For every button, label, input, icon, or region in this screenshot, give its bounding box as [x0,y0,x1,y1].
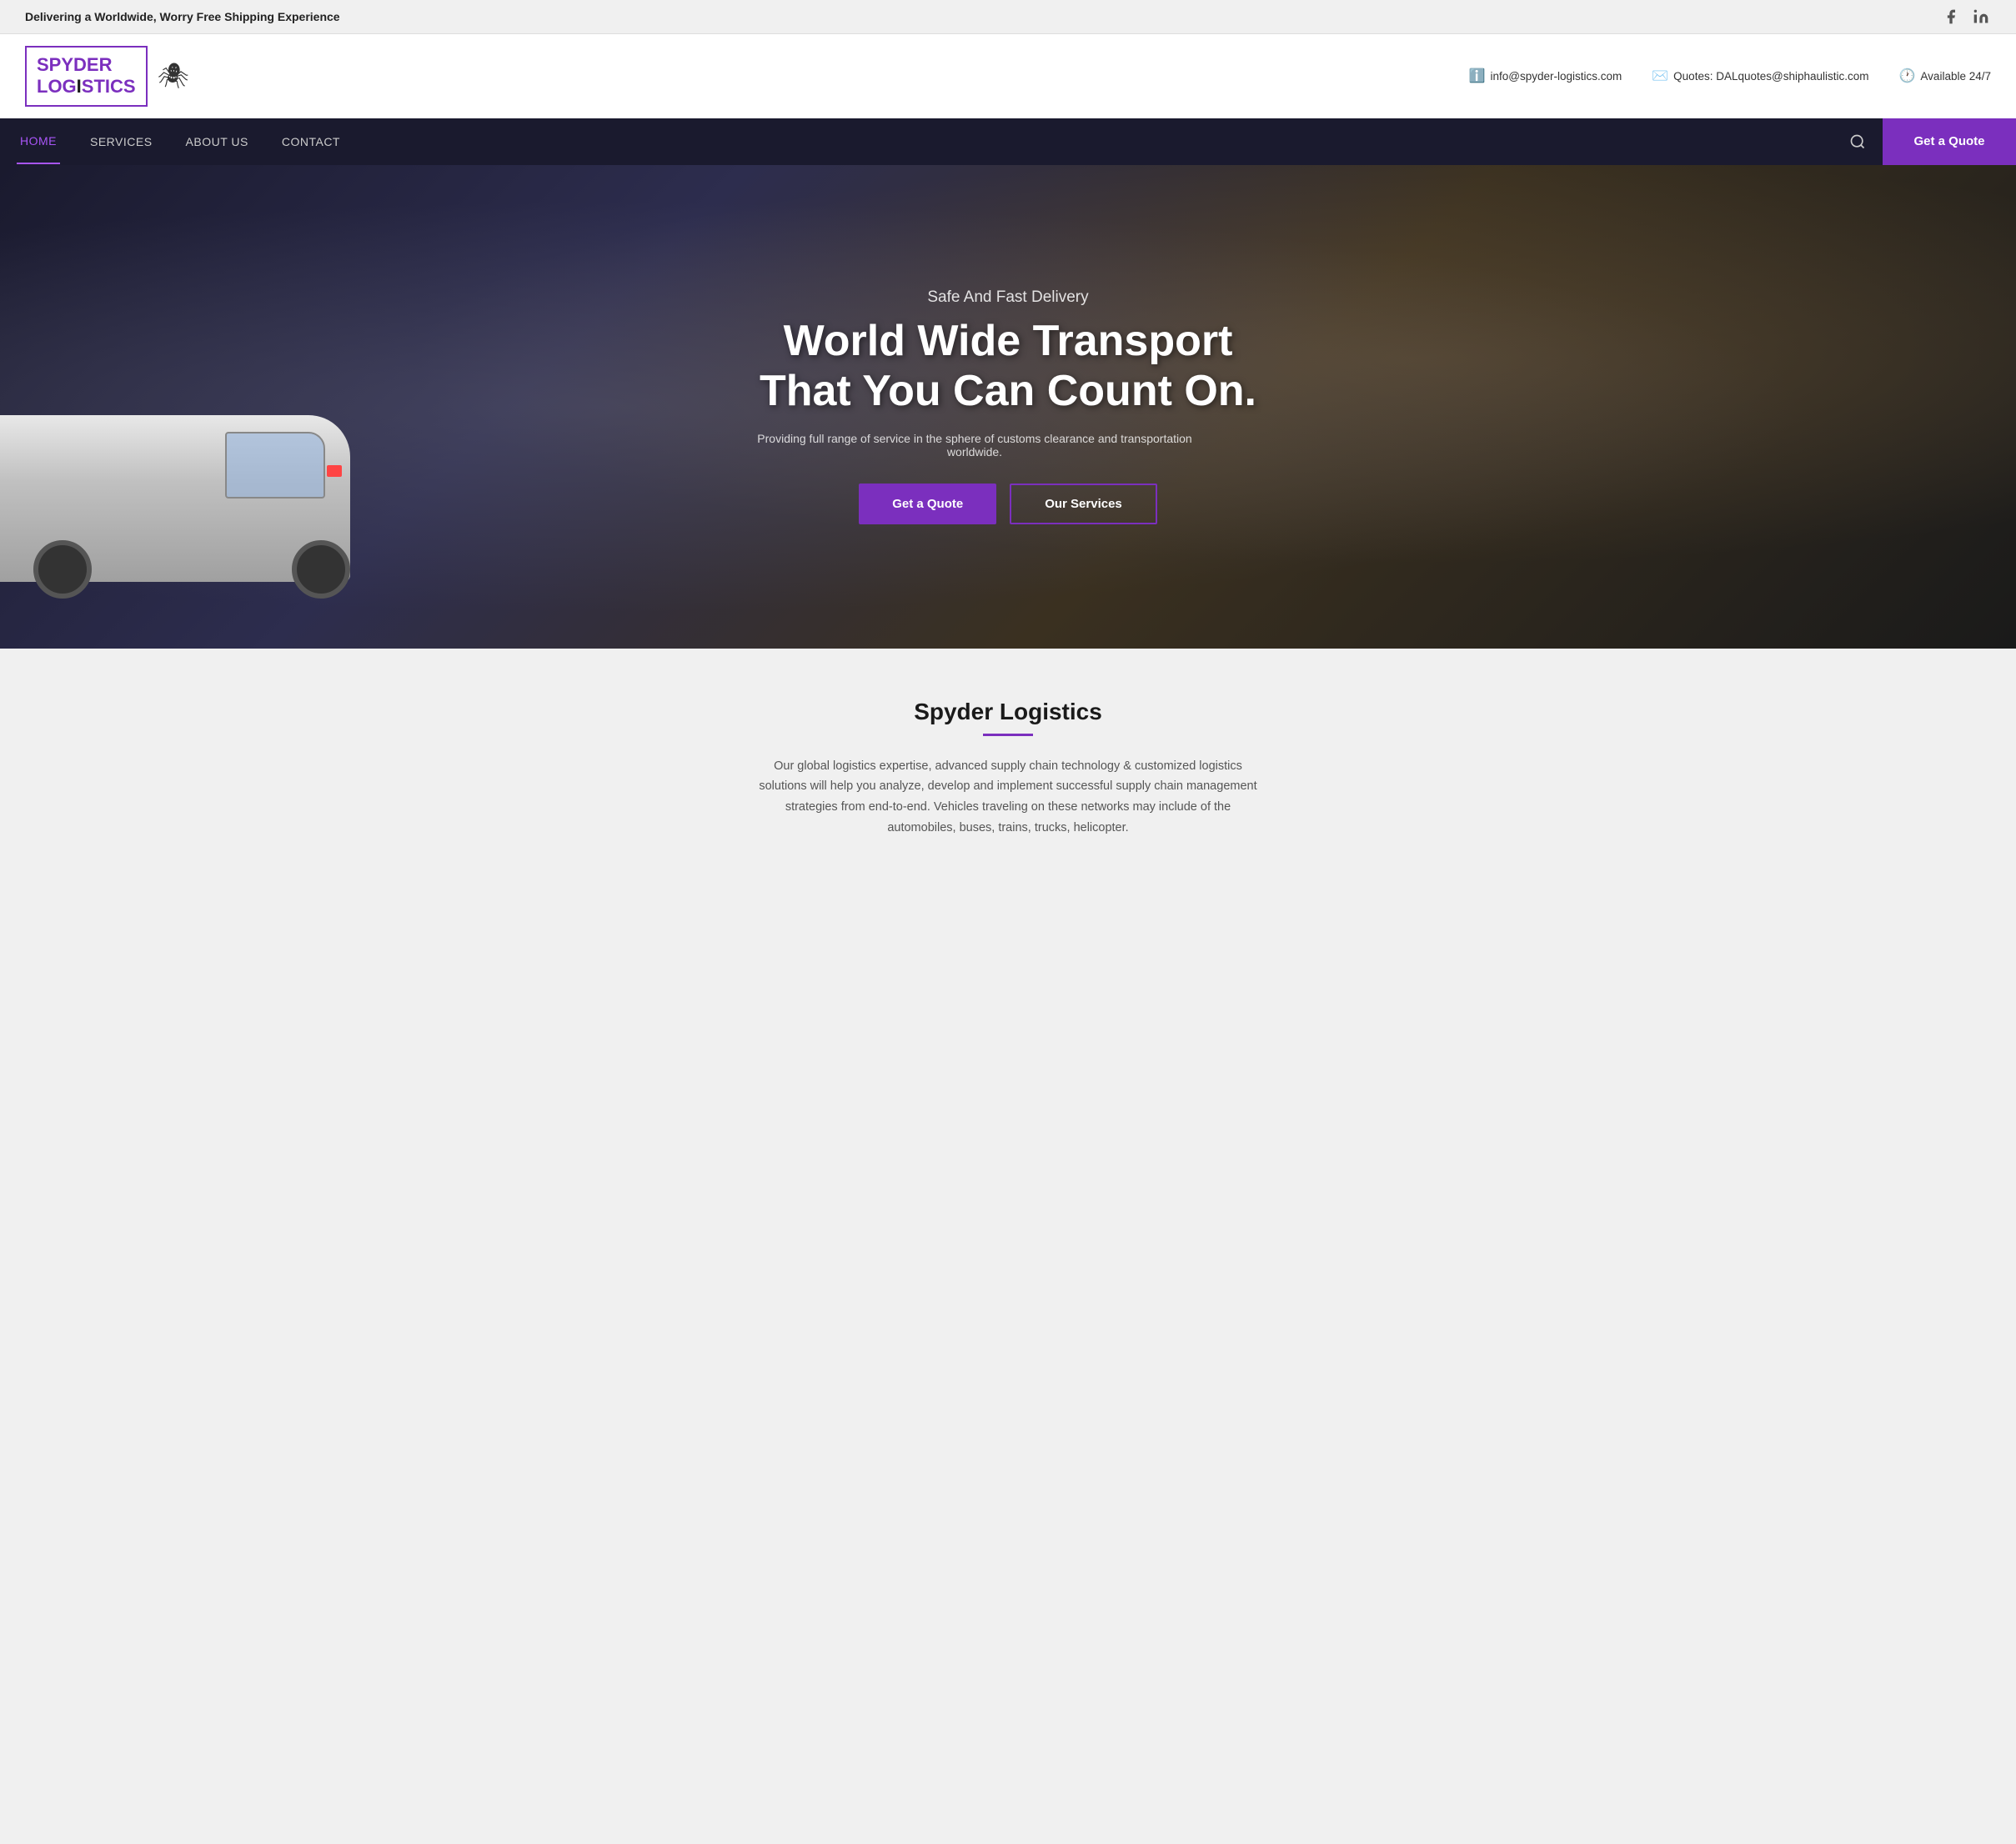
nav-services[interactable]: SERVICES [87,120,156,163]
logo-text: SPYDERLOGISTICS [37,54,136,98]
banner-text: Delivering a Worldwide, Worry Free Shipp… [25,10,340,23]
hero-quote-button[interactable]: Get a Quote [859,484,996,524]
spider-icon: 🕷 [158,62,189,91]
search-icon[interactable] [1833,118,1883,165]
facebook-icon[interactable] [1941,7,1961,27]
van-light [327,465,342,477]
hero-content: Safe And Fast Delivery World Wide Transp… [716,255,1300,558]
about-section: Spyder Logistics Our global logistics ex… [0,649,2016,889]
about-text: Our global logistics expertise, advanced… [750,756,1266,839]
title-divider [983,734,1033,736]
availability-text: Available 24/7 [1920,70,1991,83]
email-contact: ℹ️ info@spyder-logistics.com [1469,68,1622,84]
van-windshield [225,432,325,499]
van-wheel-left [33,540,92,599]
hero-subtitle: Safe And Fast Delivery [733,288,1283,307]
social-links [1941,7,1991,27]
availability-contact: 🕐 Available 24/7 [1899,68,1992,84]
logo-box: SPYDERLOGISTICS [25,46,148,107]
info-icon: ℹ️ [1469,68,1486,84]
nav-contact[interactable]: CONTACT [278,120,344,163]
top-banner: Delivering a Worldwide, Worry Free Shipp… [0,0,2016,34]
hero-section: Safe And Fast Delivery World Wide Transp… [0,165,2016,649]
hero-buttons: Get a Quote Our Services [733,484,1283,524]
email-text: info@spyder-logistics.com [1490,70,1622,83]
hero-title: World Wide Transport That You Can Count … [733,317,1283,417]
hero-description: Providing full range of service in the s… [733,432,1216,458]
quotes-contact: ✉️ Quotes: DALquotes@shiphaulistic.com [1652,68,1868,84]
logo[interactable]: SPYDERLOGISTICS 🕷 [25,46,189,107]
linkedin-icon[interactable] [1971,7,1991,27]
nav-about[interactable]: ABOUT US [183,120,252,163]
site-header: SPYDERLOGISTICS 🕷 ℹ️ info@spyder-logisti… [0,34,2016,118]
about-title: Spyder Logistics [25,699,1991,725]
nav-links: HOME SERVICES ABOUT US CONTACT [0,118,1833,165]
van-wheel-right [292,540,350,599]
clock-icon: 🕐 [1899,68,1916,84]
hero-van-illustration [0,365,384,599]
navbar: HOME SERVICES ABOUT US CONTACT Get a Quo… [0,118,2016,165]
hero-services-button[interactable]: Our Services [1010,484,1157,524]
quotes-text: Quotes: DALquotes@shiphaulistic.com [1673,70,1868,83]
nav-quote-button[interactable]: Get a Quote [1883,118,2016,165]
header-contacts: ℹ️ info@spyder-logistics.com ✉️ Quotes: … [1469,68,1991,84]
nav-home[interactable]: HOME [17,119,60,164]
envelope-icon: ✉️ [1652,68,1668,84]
